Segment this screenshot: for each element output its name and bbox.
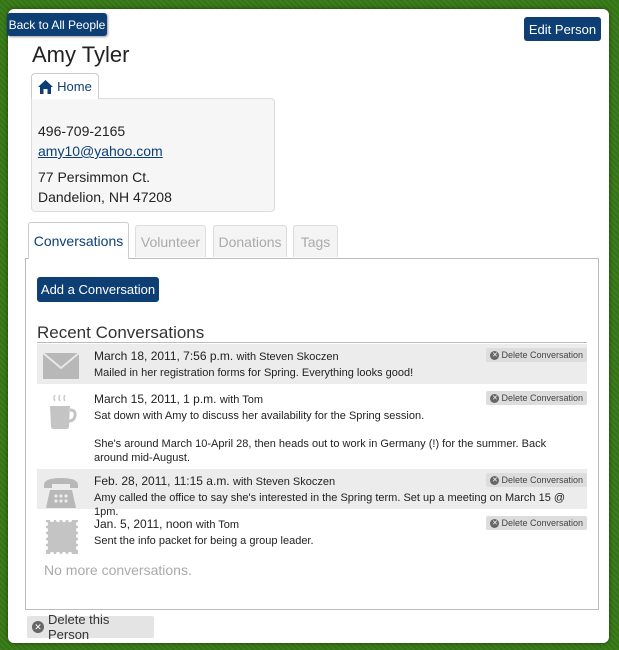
- delete-person-button[interactable]: ✕ Delete this Person: [27, 612, 154, 642]
- close-icon: ✕: [490, 350, 500, 360]
- tab-volunteer[interactable]: Volunteer: [135, 225, 206, 257]
- no-more-conversations: No more conversations.: [44, 562, 192, 578]
- address-line2: Dandelion, NH 47208: [38, 189, 172, 205]
- delete-person-label: Delete this Person: [47, 612, 110, 642]
- close-icon: ✕: [490, 393, 500, 403]
- conversation-with: with Steven Skoczen: [236, 351, 339, 363]
- back-to-all-people-button[interactable]: Back to All People: [7, 13, 107, 36]
- conversation-with: with Steven Skoczen: [233, 476, 336, 488]
- telephone-icon: [42, 475, 80, 508]
- stamp-icon: [42, 518, 80, 556]
- conversation-with: with Tom: [195, 519, 240, 531]
- phone-number: 496-709-2165: [38, 123, 126, 139]
- recent-conversations-heading: Recent Conversations: [37, 323, 205, 342]
- conversation-text: Mailed in her registration forms for Spr…: [94, 367, 414, 379]
- tab-home[interactable]: Home: [31, 73, 99, 99]
- close-icon: ✕: [490, 475, 500, 485]
- delete-conversation-button[interactable]: ✕ Delete Conversation: [486, 348, 587, 362]
- conversation-date: Feb. 28, 2011, 11:15 a.m. with Steven Sk…: [94, 474, 336, 488]
- edit-person-button[interactable]: Edit Person: [524, 17, 601, 41]
- delete-conversation-button[interactable]: ✕ Delete Conversation: [486, 391, 587, 405]
- conversation-text: Sent the info packet for being a group l…: [94, 535, 314, 547]
- conversation-text: Sat down with Amy to discuss her availab…: [94, 410, 547, 464]
- conversation-item: Jan. 5, 2011, noon with Tom Sent the inf…: [37, 512, 587, 556]
- conversation-item: March 18, 2011, 7:56 p.m. with Steven Sk…: [37, 344, 587, 384]
- add-conversation-button[interactable]: Add a Conversation: [37, 277, 159, 302]
- address-line1: 77 Persimmon Ct.: [38, 169, 151, 185]
- conversation-date: Jan. 5, 2011, noon with Tom: [94, 517, 240, 531]
- conversation-with: with Tom: [219, 394, 264, 406]
- close-icon: ✕: [490, 518, 500, 528]
- tab-tags[interactable]: Tags: [293, 225, 338, 257]
- page-title: Amy Tyler: [32, 42, 130, 67]
- coffee-cup-icon: [42, 393, 80, 429]
- tab-conversations[interactable]: Conversations: [28, 222, 129, 259]
- conversation-item: March 15, 2011, 1 p.m. with Tom Sat down…: [37, 387, 587, 465]
- tab-donations[interactable]: Donations: [213, 225, 287, 257]
- envelope-icon: [42, 350, 80, 382]
- home-icon: [38, 79, 54, 94]
- delete-conversation-button[interactable]: ✕ Delete Conversation: [486, 473, 587, 487]
- conversation-date: March 18, 2011, 7:56 p.m. with Steven Sk…: [94, 349, 339, 363]
- contact-info: 496-709-2165 amy10@yahoo.com 77 Persimmo…: [31, 98, 275, 212]
- close-icon: ✕: [32, 621, 44, 633]
- conversation-date: March 15, 2011, 1 p.m. with Tom: [94, 392, 264, 406]
- tab-home-label: Home: [57, 79, 92, 94]
- divider: [37, 342, 587, 343]
- delete-conversation-button[interactable]: ✕ Delete Conversation: [486, 516, 587, 530]
- email-link[interactable]: amy10@yahoo.com: [38, 141, 268, 161]
- conversation-item: Feb. 28, 2011, 11:15 a.m. with Steven Sk…: [37, 469, 587, 518]
